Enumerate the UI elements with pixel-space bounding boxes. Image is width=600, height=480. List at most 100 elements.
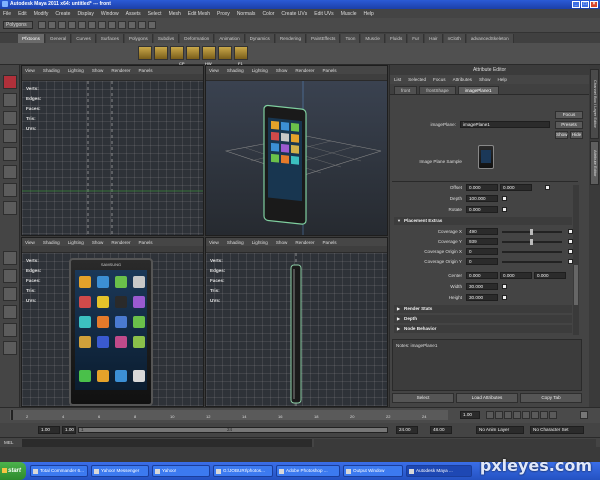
load-attributes-button[interactable]: Load Attributes xyxy=(456,393,518,403)
menu-edit[interactable]: Edit xyxy=(18,11,27,17)
shelf-icon-7[interactable]: F1 xyxy=(234,46,248,66)
ae-menu-selected[interactable]: Selected xyxy=(408,77,426,82)
vp-menu-show[interactable]: Show xyxy=(92,68,104,73)
center-y-field[interactable]: 0.000 xyxy=(500,272,532,279)
go-to-start-icon[interactable] xyxy=(486,411,494,419)
auto-key-icon[interactable] xyxy=(580,411,588,419)
shelf-tab-ncloth[interactable]: nCloth xyxy=(443,33,466,43)
menu-edit-mesh[interactable]: Edit Mesh xyxy=(188,11,210,17)
ipr-render-icon[interactable] xyxy=(138,21,146,29)
viewport-icon-bar[interactable] xyxy=(22,246,203,253)
anim-layer-select[interactable]: No Anim Layer xyxy=(476,426,524,434)
vp-menu-view[interactable]: View xyxy=(209,240,219,245)
step-forward-key-icon[interactable] xyxy=(540,411,548,419)
attribute-editor-scrollbar[interactable] xyxy=(573,185,579,335)
time-slider-track[interactable]: 2 4 6 8 10 12 14 16 18 20 22 24 xyxy=(10,410,448,420)
vp-menu-renderer[interactable]: Renderer xyxy=(111,68,130,73)
menu-select[interactable]: Select xyxy=(148,11,162,17)
open-scene-icon[interactable] xyxy=(48,21,56,29)
render-settings-icon[interactable] xyxy=(148,21,156,29)
shelf-icon-3[interactable]: CP xyxy=(170,46,185,66)
save-scene-icon[interactable] xyxy=(58,21,66,29)
scale-tool-icon[interactable] xyxy=(3,165,17,179)
coverage-origin-x-field[interactable]: 0 xyxy=(466,248,498,255)
command-language-label[interactable]: MEL xyxy=(4,440,13,445)
close-button[interactable]: × xyxy=(590,1,598,8)
task-explorer-folder[interactable]: G:\JOBURI\photos... xyxy=(213,465,273,477)
play-forwards-icon[interactable] xyxy=(522,411,530,419)
side-tab-channel-box[interactable]: Channel Box / Layer Editor xyxy=(590,69,599,139)
start-time-field[interactable]: 1.00 xyxy=(38,426,60,434)
layout-side-by-side-icon[interactable] xyxy=(3,287,17,301)
task-autodesk-maya[interactable]: Autodesk Maya ... xyxy=(406,465,472,477)
range-slider-bar[interactable]: 1 24 xyxy=(78,427,388,433)
step-forward-frame-icon[interactable] xyxy=(531,411,539,419)
ae-menu-help[interactable]: Help xyxy=(497,77,506,82)
render-stats-section[interactable]: Render Stats xyxy=(394,305,572,313)
copy-tab-button[interactable]: Copy Tab xyxy=(520,393,582,403)
hide-button[interactable]: Hide xyxy=(570,131,583,139)
vp-menu-show[interactable]: Show xyxy=(92,240,104,245)
shelf-icon-1[interactable] xyxy=(138,46,152,60)
scrollbar-thumb[interactable] xyxy=(574,265,578,305)
placement-extras-section[interactable]: Placement Extras xyxy=(394,217,572,225)
shelf-tab-hair[interactable]: Hair xyxy=(425,33,443,43)
coverage-origin-y-slider[interactable] xyxy=(502,261,562,263)
shelf-tab-advancedskeleton[interactable]: advancedSkeleton xyxy=(466,33,514,43)
rotate-map-button[interactable] xyxy=(502,207,507,212)
shelf-tab-curves[interactable]: Curves xyxy=(72,33,96,43)
shelf-tab-rendering[interactable]: Rendering xyxy=(275,33,307,43)
depth-field[interactable]: 100.000 xyxy=(466,195,498,202)
center-z-field[interactable]: 0.000 xyxy=(534,272,566,279)
step-back-key-icon[interactable] xyxy=(495,411,503,419)
menu-display[interactable]: Display xyxy=(77,11,93,17)
offset-map-button[interactable] xyxy=(545,185,550,190)
height-map-button[interactable] xyxy=(502,295,507,300)
node-name-field[interactable]: imagePlane1 xyxy=(460,121,550,128)
vp-menu-shading[interactable]: Shading xyxy=(43,240,60,245)
current-time-marker[interactable] xyxy=(11,410,13,420)
select-button[interactable]: Select xyxy=(392,393,454,403)
vp-menu-view[interactable]: View xyxy=(209,68,219,73)
viewport-bottom-right[interactable]: View Shading Lighting Show Renderer Pane… xyxy=(205,237,388,407)
coverage-origin-x-slider[interactable] xyxy=(502,251,562,253)
vp-menu-shading[interactable]: Shading xyxy=(227,68,244,73)
menu-create[interactable]: Create xyxy=(55,11,70,17)
ae-menu-attributes[interactable]: Attributes xyxy=(453,77,472,82)
select-component-icon[interactable] xyxy=(88,21,96,29)
side-tab-attribute-editor[interactable]: Attribute Editor xyxy=(590,141,599,185)
height-field[interactable]: 30.000 xyxy=(466,294,498,301)
snap-grid-icon[interactable] xyxy=(98,21,106,29)
shelf-icon-5[interactable]: HW xyxy=(202,46,216,66)
coverage-y-slider-knob[interactable] xyxy=(530,239,533,245)
vp-menu-shading[interactable]: Shading xyxy=(227,240,244,245)
shelf-tab-fluids[interactable]: Fluids xyxy=(385,33,408,43)
center-x-field[interactable]: 0.000 xyxy=(466,272,498,279)
vp-menu-renderer[interactable]: Renderer xyxy=(295,68,314,73)
vp-menu-view[interactable]: View xyxy=(25,240,35,245)
notes-area[interactable]: Notes: imagePlane1 xyxy=(392,339,582,391)
shelf-tab-painteffects[interactable]: PaintEffects xyxy=(307,33,341,43)
maximize-button[interactable]: □ xyxy=(581,1,589,8)
tab-imageplane1[interactable]: imagePlane1 xyxy=(457,86,499,94)
layout-four-icon[interactable] xyxy=(3,269,17,283)
shelf-tab-muscle[interactable]: Muscle xyxy=(361,33,385,43)
layout-graph-icon[interactable] xyxy=(3,323,17,337)
task-yahoo-messenger[interactable]: Yahoo! Messenger xyxy=(91,465,149,477)
start-button[interactable]: start xyxy=(0,462,26,480)
layout-hypershade-icon[interactable] xyxy=(3,341,17,355)
coverage-x-field[interactable]: 490 xyxy=(466,228,498,235)
shelf-tab-animation[interactable]: Animation xyxy=(215,33,245,43)
playback-end-field[interactable]: 24.00 xyxy=(396,426,418,434)
layout-outliner-icon[interactable] xyxy=(3,305,17,319)
menu-muscle[interactable]: Muscle xyxy=(341,11,357,17)
viewport-icon-bar[interactable] xyxy=(22,74,203,81)
task-yahoo[interactable]: Yahoo! xyxy=(152,465,210,477)
vp-menu-panels[interactable]: Panels xyxy=(322,240,336,245)
shelf-tab-pfxtoons[interactable]: Pfxtoons xyxy=(18,33,45,43)
vp-menu-show[interactable]: Show xyxy=(276,68,288,73)
vp-menu-lighting[interactable]: Lighting xyxy=(68,240,84,245)
focus-button[interactable]: Focus xyxy=(555,111,583,119)
current-frame-field[interactable]: 1.00 xyxy=(460,411,480,419)
select-object-icon[interactable] xyxy=(78,21,86,29)
